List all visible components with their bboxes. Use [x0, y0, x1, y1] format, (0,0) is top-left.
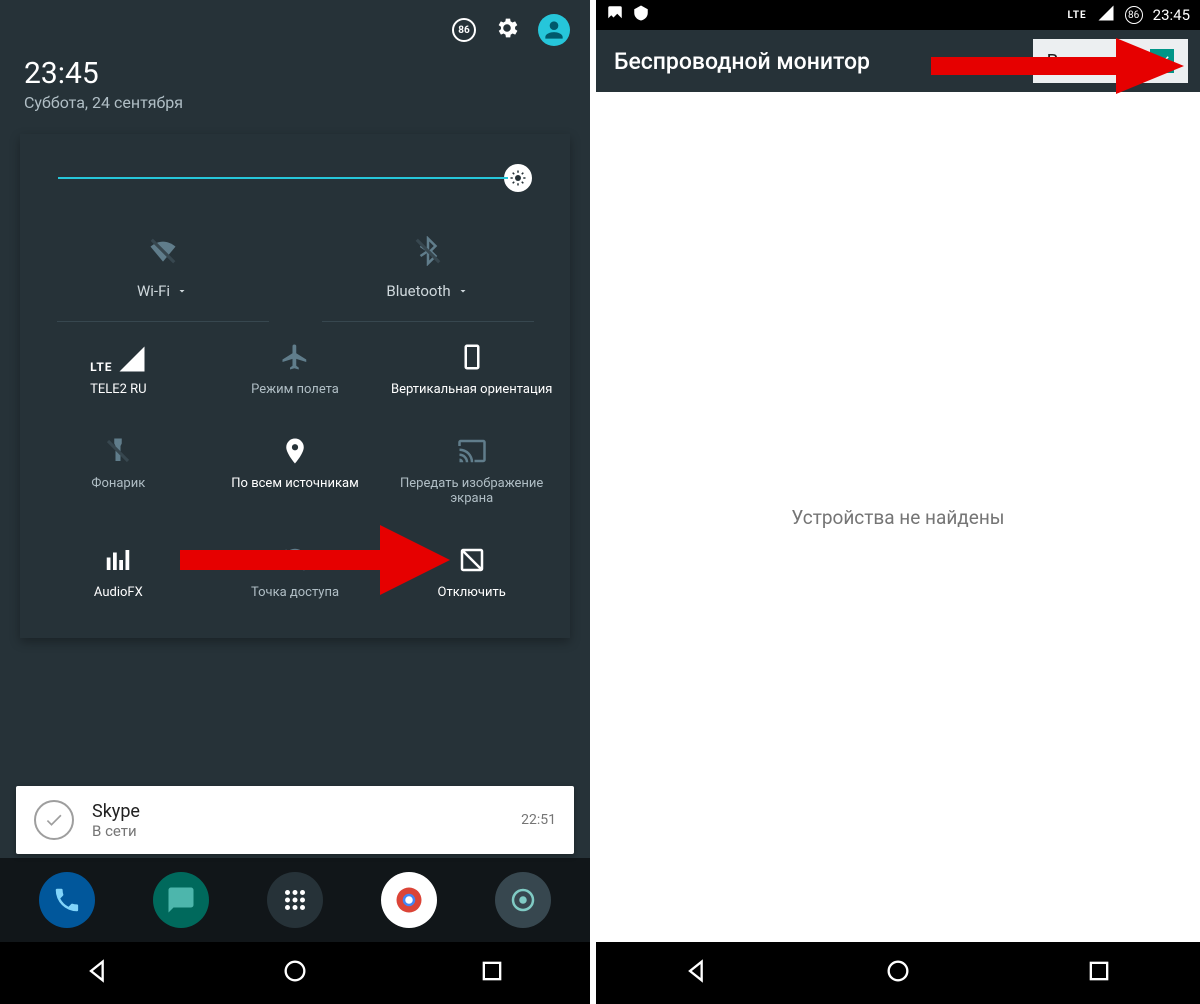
airplane-icon [280, 340, 310, 374]
image-icon [606, 4, 624, 26]
check-badge-icon [632, 4, 650, 26]
airplane-label: Режим полета [251, 382, 339, 398]
signal-icon [1097, 4, 1115, 26]
back-button[interactable] [683, 957, 711, 989]
battery-badge-icon: 86 [452, 18, 476, 42]
flashlight-label: Фонарик [91, 476, 145, 492]
body-empty-state: Устройства не найдены [596, 92, 1200, 942]
empty-text: Устройства не найдены [791, 506, 1004, 529]
wifi-off-icon [148, 234, 178, 268]
battery-badge-icon: 86 [1125, 6, 1143, 24]
rotation-label: Вертикальная ориентация [391, 382, 552, 398]
disable-label: Отключить [438, 585, 506, 601]
bluetooth-dropdown[interactable]: Bluetooth [386, 282, 468, 300]
location-tile[interactable]: По всем источникам [207, 416, 384, 525]
recents-button[interactable] [478, 957, 506, 989]
audiofx-label: AudioFX [94, 585, 143, 601]
hotspot-off-icon [280, 543, 310, 577]
nav-bar [0, 942, 590, 1004]
screen-off-icon [457, 543, 487, 577]
brightness-thumb-icon[interactable] [504, 164, 532, 192]
notification-time: 22:51 [521, 812, 556, 828]
nav-bar [596, 942, 1200, 1004]
chrome-app-icon[interactable] [381, 872, 437, 928]
home-button[interactable] [281, 957, 309, 989]
rotation-tile[interactable]: Вертикальная ориентация [383, 322, 560, 416]
audiofx-tile[interactable]: AudioFX [30, 525, 207, 619]
airplane-tile[interactable]: Режим полета [207, 322, 384, 416]
phone-right-wireless-display: LTE 86 23:45 Беспроводной монитор Включи… [596, 0, 1200, 1004]
cast-tile[interactable]: Передать изображение экрана [383, 416, 560, 525]
phone-app-icon[interactable] [39, 872, 95, 928]
user-avatar-icon[interactable] [538, 14, 570, 46]
clock-date: Суббота, 24 сентября [24, 93, 566, 112]
recents-button[interactable] [1085, 957, 1113, 989]
disable-tile[interactable]: Отключить [383, 525, 560, 619]
phone-left-quicksettings: 86 23:45 Суббота, 24 сентября [0, 0, 596, 1004]
apps-drawer-icon[interactable] [267, 872, 323, 928]
hotspot-label: Точка доступа [251, 585, 339, 601]
cellular-tile[interactable]: LTE TELE2 RU [30, 322, 207, 416]
home-button[interactable] [884, 957, 912, 989]
bluetooth-tile[interactable]: Bluetooth [295, 222, 560, 322]
notification-subtitle: В сети [92, 822, 503, 840]
wifi-dropdown[interactable]: Wi-Fi [137, 282, 188, 300]
signal-lte-icon: LTE [90, 340, 146, 374]
wifi-tile[interactable]: Wi-Fi [30, 222, 295, 322]
lte-indicator: LTE [1068, 10, 1087, 21]
equalizer-icon [103, 543, 133, 577]
camera-app-icon[interactable] [495, 872, 551, 928]
hotspot-tile[interactable]: Точка доступа [207, 525, 384, 619]
home-dock [0, 858, 590, 942]
page-title: Беспроводной монитор [614, 48, 870, 75]
qs-header: 86 [0, 0, 590, 56]
settings-icon[interactable] [494, 15, 520, 45]
status-time: 23:45 [1153, 6, 1190, 24]
brightness-slider[interactable] [30, 164, 560, 222]
portrait-lock-icon [457, 340, 487, 374]
qs-tiles-panel: Wi-Fi Bluetooth LTE [20, 134, 570, 638]
skype-app-icon [34, 800, 74, 840]
qs-clock: 23:45 Суббота, 24 сентября [0, 56, 590, 130]
clock-time: 23:45 [24, 56, 566, 91]
flashlight-tile[interactable]: Фонарик [30, 416, 207, 525]
location-label: По всем источникам [231, 476, 358, 492]
chevron-down-icon [457, 285, 469, 297]
location-icon [280, 434, 310, 468]
cast-label: Передать изображение экрана [387, 476, 556, 507]
cellular-label: TELE2 RU [90, 382, 147, 398]
notification-title: Skype [92, 801, 503, 822]
enable-toggle[interactable]: Включить [1033, 39, 1188, 83]
notification-card[interactable]: Skype В сети 22:51 [16, 786, 574, 854]
chevron-down-icon [176, 285, 188, 297]
back-button[interactable] [84, 957, 112, 989]
enable-label: Включить [1047, 50, 1136, 73]
messages-app-icon[interactable] [153, 872, 209, 928]
status-bar: LTE 86 23:45 [596, 0, 1200, 30]
cast-icon [457, 434, 487, 468]
flashlight-off-icon [103, 434, 133, 468]
bluetooth-off-icon [413, 234, 443, 268]
checkbox-checked-icon[interactable] [1150, 49, 1174, 73]
app-bar: Беспроводной монитор Включить [596, 30, 1200, 92]
